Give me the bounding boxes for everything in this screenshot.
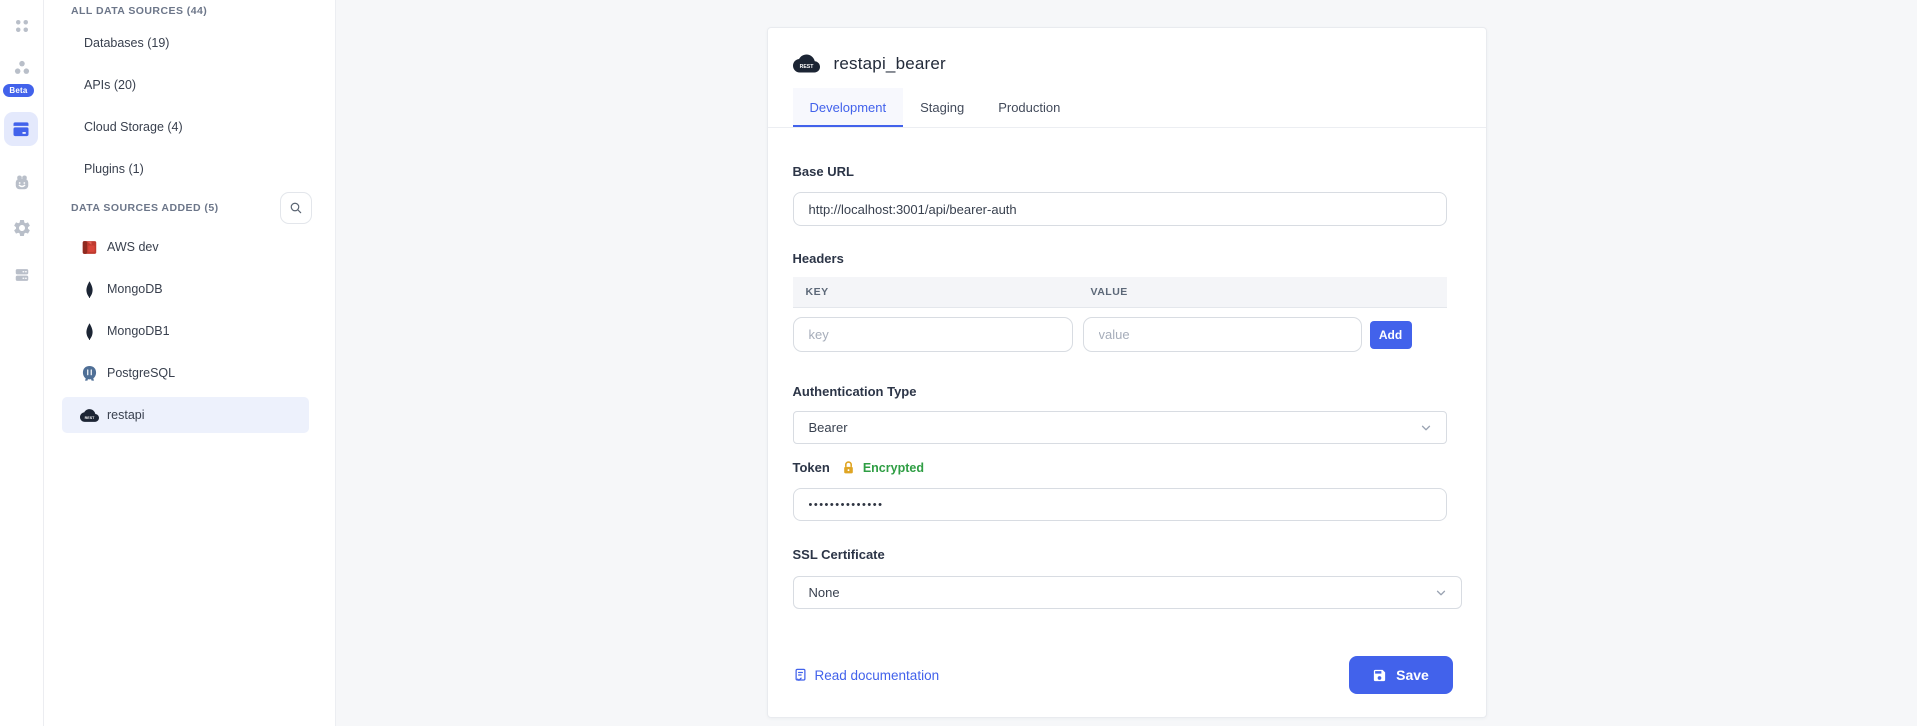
headers-table-header: KEY VALUE (793, 277, 1447, 308)
sidebar-item-restapi[interactable]: REST restapi (62, 397, 309, 433)
document-icon (793, 667, 808, 683)
auth-type-value: Bearer (809, 420, 848, 435)
auth-type-select[interactable]: Bearer (793, 411, 1447, 444)
environment-tabs: Development Staging Production (768, 88, 1486, 128)
sidebar-item-plugins[interactable]: Plugins (1) (44, 148, 335, 190)
value-column-header: VALUE (1091, 286, 1128, 298)
datasource-label: restapi (107, 408, 145, 422)
headers-label: Headers (793, 251, 1445, 266)
ssl-certificate-label: SSL Certificate (793, 547, 1445, 562)
datasource-label: PostgreSQL (107, 366, 175, 380)
datasources-nav-active[interactable] (4, 112, 38, 146)
tab-staging[interactable]: Staging (903, 88, 981, 127)
ssl-certificate-select[interactable]: None (793, 576, 1462, 609)
datasource-label: MongoDB (107, 282, 163, 296)
sidebar-item-mongodb1[interactable]: MongoDB1 (62, 313, 309, 349)
datasource-config-card: REST restapi_bearer Development Staging … (767, 27, 1487, 718)
gear-icon[interactable] (12, 218, 32, 238)
ssl-certificate-value: None (809, 585, 840, 600)
postgresql-icon (80, 364, 99, 383)
datasource-label: MongoDB1 (107, 324, 170, 338)
apps-icon[interactable] (12, 16, 32, 36)
token-label-row: Token Encrypted (793, 460, 1445, 475)
read-documentation-label: Read documentation (815, 668, 940, 683)
title-row: REST restapi_bearer (793, 28, 1445, 75)
search-icon (288, 200, 304, 216)
save-disk-icon (1372, 668, 1387, 683)
sidebar-item-postgresql[interactable]: PostgreSQL (62, 355, 309, 391)
sidebar-item-aws-dev[interactable]: AWS dev (62, 229, 309, 265)
encrypted-badge: Encrypted (863, 461, 924, 475)
datasource-row: PostgreSQL (44, 352, 335, 394)
page-title: restapi_bearer (834, 54, 946, 74)
search-button[interactable] (280, 192, 312, 224)
datasource-row: AWS dev (44, 226, 335, 268)
sidebar-item-cloud-storage[interactable]: Cloud Storage (4) (44, 106, 335, 148)
base-url-label: Base URL (793, 164, 1445, 179)
header-key-input[interactable] (793, 317, 1073, 352)
header-key-value-row: Add (793, 317, 1445, 352)
datasource-row: REST restapi (44, 394, 335, 436)
datasource-row: MongoDB1 (44, 310, 335, 352)
lock-icon (842, 461, 855, 475)
base-url-input[interactable] (793, 192, 1447, 226)
all-data-sources-header: ALL DATA SOURCES (44) (44, 0, 335, 22)
key-column-header: KEY (793, 286, 829, 298)
bot-icon[interactable] (12, 173, 32, 193)
card-footer: Read documentation Save (793, 656, 1453, 694)
header-value-input[interactable] (1083, 317, 1362, 352)
icon-rail: Beta (0, 0, 44, 726)
chevron-down-icon (1434, 586, 1448, 600)
sidebar-item-apis[interactable]: APIs (20) (44, 64, 335, 106)
beta-badge: Beta (3, 84, 34, 97)
chevron-down-icon (1419, 421, 1433, 435)
svg-text:REST: REST (799, 64, 814, 70)
datasource-row: MongoDB (44, 268, 335, 310)
sidebar-item-databases[interactable]: Databases (19) (44, 22, 335, 64)
sidebar-item-mongodb[interactable]: MongoDB (62, 271, 309, 307)
rest-cloud-icon: REST (80, 406, 99, 425)
tab-development[interactable]: Development (793, 88, 904, 127)
cluster-icon[interactable] (12, 58, 32, 78)
data-sources-added-header: DATA SOURCES ADDED (5) (71, 202, 219, 214)
datasource-drawer-icon (11, 119, 31, 139)
aws-icon (80, 238, 99, 257)
svg-text:REST: REST (85, 415, 95, 419)
add-header-button[interactable]: Add (1370, 321, 1412, 349)
token-label: Token (793, 460, 830, 475)
tab-production[interactable]: Production (981, 88, 1077, 127)
datasources-sidebar: ALL DATA SOURCES (44) Databases (19) API… (44, 0, 336, 726)
datasource-label: AWS dev (107, 240, 159, 254)
main-area: REST restapi_bearer Development Staging … (336, 0, 1917, 726)
auth-type-label: Authentication Type (793, 384, 1445, 399)
read-documentation-link[interactable]: Read documentation (793, 667, 940, 683)
save-button[interactable]: Save (1349, 656, 1453, 694)
mongodb-icon (80, 280, 99, 299)
token-input[interactable] (793, 488, 1447, 521)
mongodb-icon (80, 322, 99, 341)
added-sources-header-row: DATA SOURCES ADDED (5) (44, 190, 335, 226)
save-label: Save (1396, 667, 1429, 683)
storage-icon[interactable] (12, 265, 32, 285)
rest-cloud-icon: REST (793, 52, 820, 75)
